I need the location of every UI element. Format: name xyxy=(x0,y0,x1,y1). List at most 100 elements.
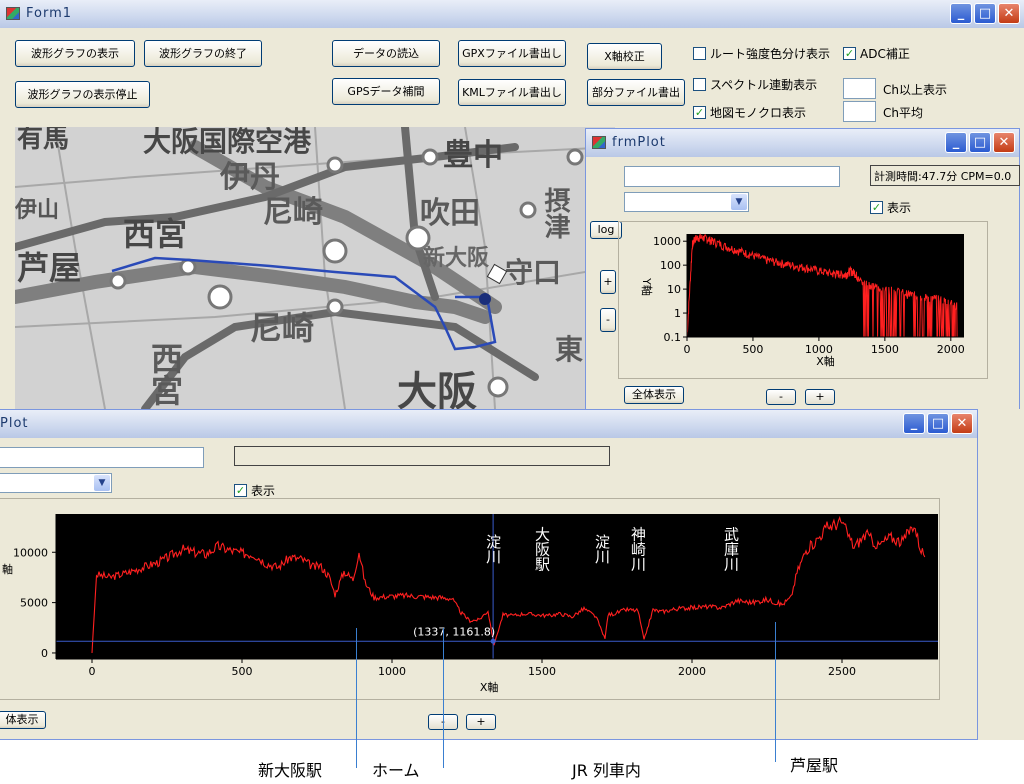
stop-waveform-button[interactable]: 波形グラフの表示停止 xyxy=(15,81,150,108)
spectrum-y-axis-label: Y軸 xyxy=(640,277,654,296)
spectrum-chart-frame: 0.1 1 10 100 1000 0 500 1000 1500 2000 X軸 Y軸 xyxy=(618,221,988,379)
timeseries-chart[interactable]: (1337, 1161.8)淀川 大阪駅 淀川 神崎川 武庫川05000100000 50… xyxy=(0,499,940,701)
spectrum-show-all-button[interactable]: 全体表示 xyxy=(624,386,684,404)
timeseries-x-zoom-in-button[interactable]: + xyxy=(466,714,496,730)
spectrum-x-axis-label: X軸 xyxy=(816,354,835,368)
route-color-box[interactable] xyxy=(693,47,706,60)
map-label-0: 有馬 xyxy=(17,127,69,154)
app-icon xyxy=(6,7,20,20)
map-label-3: 豊中 xyxy=(443,138,503,173)
timeseries-x-axis-label: X軸 xyxy=(480,680,499,694)
caption-home: ホーム xyxy=(372,761,420,780)
timeseries-x-tick-label: 0 xyxy=(89,665,96,678)
annotation-label: 武庫川 xyxy=(722,527,740,572)
kml-write-button[interactable]: KMLファイル書出し xyxy=(458,79,566,106)
map-label-7: 芦屋 xyxy=(17,249,81,287)
map-label-2: 伊丹 xyxy=(219,160,280,195)
adc-box[interactable]: ✓ xyxy=(843,47,856,60)
spectrum-link-box[interactable] xyxy=(693,78,706,91)
form1-titlebar[interactable]: Form1 _ □ ✕ xyxy=(0,0,1024,28)
spectrum-x-tick-label: 0 xyxy=(684,343,691,356)
timeseries-show-box[interactable]: ✓ xyxy=(234,484,247,497)
spectrum-y-tick-label: 1 xyxy=(674,307,681,320)
spectrum-x-zoom-out-button[interactable]: - xyxy=(766,389,796,405)
current-position-marker xyxy=(479,293,491,305)
spectrum-show-box[interactable]: ✓ xyxy=(870,201,883,214)
spectrum-show-label: 表示 xyxy=(887,201,912,215)
timeseries-x-tick-label: 500 xyxy=(232,665,253,678)
route-color-label: ルート強度色分け表示 xyxy=(710,47,831,61)
maximize-button[interactable]: □ xyxy=(974,3,996,24)
minimize-button[interactable]: _ xyxy=(945,132,967,153)
spectrum-link-label: スペクトル連動表示 xyxy=(710,78,818,92)
timeseries-text-input[interactable] xyxy=(0,447,204,468)
spectrum-y-tick-label: 1000 xyxy=(653,235,681,248)
status-text: 計測時間:47.7分 CPM=0.0 xyxy=(874,170,1012,183)
spectrum-show-checkbox[interactable]: ✓ 表示 xyxy=(870,199,911,216)
spectrum-x-tick-label: 500 xyxy=(742,343,763,356)
spectrum-x-tick-label: 2000 xyxy=(937,343,965,356)
read-data-button[interactable]: データの読込 xyxy=(332,40,440,67)
frmplot-small-titlebar[interactable]: frmPlot _ □ ✕ xyxy=(586,129,1019,157)
spectrum-x-zoom-in-button[interactable]: + xyxy=(805,389,835,405)
show-waveform-button[interactable]: 波形グラフの表示 xyxy=(15,40,135,67)
end-waveform-button[interactable]: 波形グラフの終了 xyxy=(144,40,262,67)
timeseries-show-all-button[interactable]: 体表示 xyxy=(0,711,46,729)
minimize-button[interactable]: _ xyxy=(950,3,972,24)
form1-title: Form1 xyxy=(26,6,73,21)
map-mono-checkbox[interactable]: ✓ 地図モノクロ表示 xyxy=(693,104,806,121)
timeseries-y-tick-label: 10000 xyxy=(13,546,48,559)
timeseries-x-tick-label: 1500 xyxy=(528,665,556,678)
route-map[interactable]: 有馬 大阪国際空港 伊丹 豊中 尼崎 吹田 西宮 芦屋 新大阪 守口 尼崎 西宮… xyxy=(15,127,615,409)
map-label-14: 摂津 xyxy=(540,186,570,239)
adc-label: ADC補正 xyxy=(860,47,910,61)
ashiya-leader xyxy=(775,622,776,762)
maximize-button[interactable]: □ xyxy=(927,413,949,434)
gpx-write-button[interactable]: GPXファイル書出し xyxy=(458,40,566,67)
frmplot-small-title: frmPlot xyxy=(612,135,666,150)
ch-above-input[interactable] xyxy=(843,78,876,99)
y-zoom-in-button[interactable]: + xyxy=(600,270,616,294)
gps-interp-button[interactable]: GPSデータ補間 xyxy=(332,78,440,105)
spectrum-text-input[interactable] xyxy=(624,166,840,187)
cursor-point xyxy=(490,638,496,644)
timeseries-y-tick-label: 5000 xyxy=(20,597,48,610)
spectrum-y-tick-label: 10 xyxy=(667,283,681,296)
timeseries-x-tick-label: 2000 xyxy=(678,665,706,678)
annotation-label: 大阪駅 xyxy=(533,527,551,572)
frmplot-large-window: Plot _ □ ✕ ▼ ✓ 表示 (1337, 1161.8) 淀川 大阪駅 淀川神… xyxy=(0,409,978,740)
home-leader xyxy=(443,628,444,768)
ch-avg-input[interactable] xyxy=(843,101,876,122)
chevron-down-icon[interactable]: ▼ xyxy=(94,475,110,491)
close-button[interactable]: ✕ xyxy=(951,413,973,434)
timeseries-select[interactable]: ▼ xyxy=(0,473,112,493)
caption-shin-osaka: 新大阪駅 xyxy=(258,761,323,780)
spectrum-chart[interactable]: 0.111010010000 500 1000 1500 2000X軸Y軸 xyxy=(619,222,989,380)
map-mono-box[interactable]: ✓ xyxy=(693,106,706,119)
partial-write-button[interactable]: 部分ファイル書出 xyxy=(587,79,685,106)
route-color-checkbox[interactable]: ルート強度色分け表示 xyxy=(693,45,830,62)
y-zoom-out-button[interactable]: - xyxy=(600,308,616,332)
map-label-10: 尼崎 xyxy=(250,309,314,347)
chevron-down-icon[interactable]: ▼ xyxy=(731,194,747,210)
frmplot-large-titlebar[interactable]: Plot _ □ ✕ xyxy=(0,410,977,438)
map-label-11: 西宮 xyxy=(146,342,184,406)
timeseries-y-tick-label: 0 xyxy=(41,647,48,660)
map-label-1: 大阪国際空港 xyxy=(143,127,312,158)
timeseries-show-label: 表示 xyxy=(251,484,276,498)
maximize-button[interactable]: □ xyxy=(969,132,991,153)
map-label-8: 新大阪 xyxy=(423,245,489,271)
map-label-6: 西宮 xyxy=(123,215,187,253)
spectrum-select[interactable]: ▼ xyxy=(624,192,749,212)
adc-checkbox[interactable]: ✓ ADC補正 xyxy=(843,45,910,62)
timeseries-chart-frame: (1337, 1161.8) 淀川 大阪駅 淀川 神崎川 武庫川 0 5000 10000 0 50… xyxy=(0,498,940,700)
close-button[interactable]: ✕ xyxy=(998,3,1020,24)
frmplot-large-title: Plot xyxy=(0,416,29,431)
close-button[interactable]: ✕ xyxy=(993,132,1015,153)
timeseries-x-tick-label: 1000 xyxy=(378,665,406,678)
x-calib-button[interactable]: X軸校正 xyxy=(587,43,662,70)
minimize-button[interactable]: _ xyxy=(903,413,925,434)
map-label-12: 大阪 xyxy=(397,369,477,409)
timeseries-show-checkbox[interactable]: ✓ 表示 xyxy=(234,482,275,499)
spectrum-link-checkbox[interactable]: スペクトル連動表示 xyxy=(693,76,817,93)
